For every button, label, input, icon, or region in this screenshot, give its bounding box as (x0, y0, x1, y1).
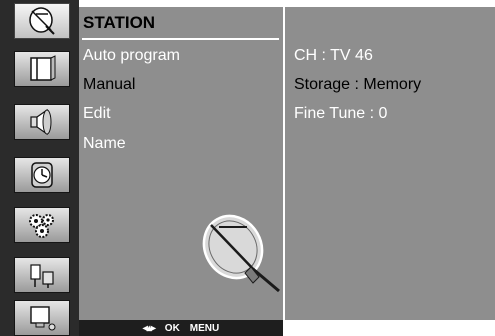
clock-icon (31, 162, 53, 188)
monitor-icon (30, 306, 56, 331)
button-hint-bar: ◂▴▸ OK MENU (79, 320, 283, 336)
gears-icon (29, 214, 54, 238)
channel-value[interactable]: CH : TV 46 (294, 47, 373, 65)
station-menu-panel: STATION Auto program Manual Edit Name (79, 7, 283, 320)
input-icon[interactable] (14, 257, 70, 293)
channel-info-panel: CH : TV 46 Storage : Memory Fine Tune : … (285, 7, 495, 320)
satellite-dish-icon (29, 7, 55, 35)
picture-screen-icon (30, 55, 56, 81)
option-icon[interactable] (14, 207, 70, 243)
speaker-icon (30, 108, 52, 136)
menu-title: STATION (83, 13, 156, 32)
picture-icon[interactable] (14, 51, 70, 87)
pc-icon[interactable] (14, 300, 70, 336)
navigate-arrows-icon: ◂▴▸ (142, 322, 156, 334)
satellite-dish-icon (202, 214, 280, 293)
ok-hint: OK (164, 322, 180, 334)
menu-item-name[interactable]: Name (83, 135, 126, 153)
menu-hint: MENU (189, 322, 220, 334)
fine-tune-value[interactable]: Fine Tune : 0 (294, 105, 387, 123)
tv-osd-screen: STATION Auto program Manual Edit Name CH… (0, 0, 495, 336)
menu-item-edit[interactable]: Edit (83, 105, 111, 123)
time-icon[interactable] (14, 157, 70, 193)
sound-icon[interactable] (14, 104, 70, 140)
menu-item-manual[interactable]: Manual (83, 76, 135, 94)
storage-value[interactable]: Storage : Memory (294, 76, 421, 94)
menu-icon-column (0, 0, 79, 336)
connector-icon (30, 264, 54, 288)
menu-item-auto-program[interactable]: Auto program (83, 47, 180, 65)
station-icon[interactable] (14, 3, 70, 39)
title-underline (82, 38, 279, 40)
